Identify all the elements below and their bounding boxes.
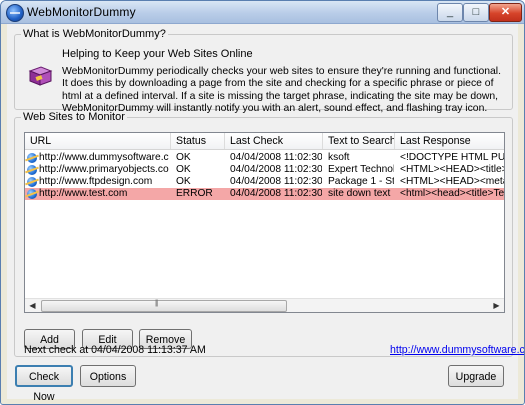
column-last-response[interactable]: Last Response	[395, 133, 504, 149]
row-status: OK	[176, 152, 191, 163]
list-item-error[interactable]: http://www.test.com ERROR 04/04/2008 11:…	[25, 188, 504, 200]
client-area: What is WebMonitorDummy? Helping to Keep…	[7, 24, 524, 403]
internet-globe-icon	[27, 165, 37, 175]
close-button[interactable]: ✕	[489, 3, 522, 22]
row-status: OK	[176, 176, 191, 187]
row-status: OK	[176, 164, 191, 175]
sites-list[interactable]: URL Status Last Check Text to Search For…	[24, 132, 505, 313]
window-title: WebMonitorDummy	[27, 5, 136, 19]
check-now-button[interactable]: Check Now	[15, 365, 73, 403]
row-last-check: 04/04/2008 11:02:30 AM	[230, 176, 322, 187]
list-item[interactable]: http://www.dummysoftware.com OK 04/04/20…	[25, 152, 504, 164]
scroll-left-icon[interactable]: ◀	[26, 300, 39, 311]
info-description: WebMonitorDummy periodically checks your…	[62, 66, 501, 115]
info-group-title: What is WebMonitorDummy?	[21, 28, 168, 40]
list-header: URL Status Last Check Text to Search For…	[25, 133, 504, 150]
row-last-response: <HTML><HEAD><meta htt	[400, 176, 504, 187]
title-bar[interactable]: WebMonitorDummy _ □ ✕	[1, 1, 524, 24]
list-item[interactable]: http://www.ftpdesign.com OK 04/04/2008 1…	[25, 176, 504, 188]
monitor-group-title: Web Sites to Monitor	[21, 111, 127, 123]
app-window: WebMonitorDummy _ □ ✕ What is WebMonitor…	[0, 0, 525, 405]
monitor-group: Web Sites to Monitor URL Status Last Che…	[14, 111, 513, 357]
column-text-to-search[interactable]: Text to Search For	[323, 133, 395, 149]
upgrade-button[interactable]: Upgrade	[448, 365, 504, 387]
internet-globe-icon	[27, 177, 37, 187]
row-search-text: ksoft	[328, 152, 350, 163]
row-url: http://www.test.com	[39, 188, 128, 199]
column-last-check[interactable]: Last Check	[225, 133, 323, 149]
internet-globe-icon	[27, 153, 37, 163]
row-search-text: Expert Technolo...	[328, 164, 394, 175]
maximize-button[interactable]: □	[463, 3, 489, 22]
info-group: What is WebMonitorDummy? Helping to Keep…	[14, 28, 513, 114]
globe-icon	[6, 4, 24, 22]
row-last-response: <!DOCTYPE HTML PUBLI	[400, 152, 504, 163]
scroll-right-icon[interactable]: ▶	[490, 300, 503, 311]
row-url: http://www.dummysoftware.com	[39, 152, 169, 163]
row-last-response: <HTML><HEAD><title>Prir	[400, 164, 504, 175]
options-button[interactable]: Options	[80, 365, 136, 387]
row-search-text: Package 1 - Sta...	[328, 176, 394, 187]
website-link[interactable]: http://www.dummysoftware.com	[390, 344, 524, 356]
info-heading: Helping to Keep your Web Sites Online	[62, 48, 253, 60]
row-url: http://www.primaryobjects.com	[39, 164, 169, 175]
book-icon	[28, 66, 53, 86]
scrollbar-thumb[interactable]	[41, 300, 287, 312]
minimize-button[interactable]: _	[437, 3, 463, 22]
row-last-response: <html><head><title>Test.cc	[400, 188, 504, 199]
list-item[interactable]: http://www.primaryobjects.com OK 04/04/2…	[25, 164, 504, 176]
horizontal-scrollbar[interactable]: ◀ ▶	[25, 298, 504, 312]
row-status: ERROR	[176, 188, 213, 199]
internet-globe-icon	[27, 189, 37, 199]
column-url[interactable]: URL	[25, 133, 171, 149]
column-status[interactable]: Status	[171, 133, 225, 149]
row-last-check: 04/04/2008 11:02:30 AM	[230, 188, 322, 199]
row-url: http://www.ftpdesign.com	[39, 176, 153, 187]
next-check-status: Next check at 04/04/2008 11:13:37 AM	[24, 344, 206, 356]
row-last-check: 04/04/2008 11:02:30 AM	[230, 164, 322, 175]
row-last-check: 04/04/2008 11:02:30 AM	[230, 152, 322, 163]
row-search-text: site down text	[328, 188, 391, 199]
